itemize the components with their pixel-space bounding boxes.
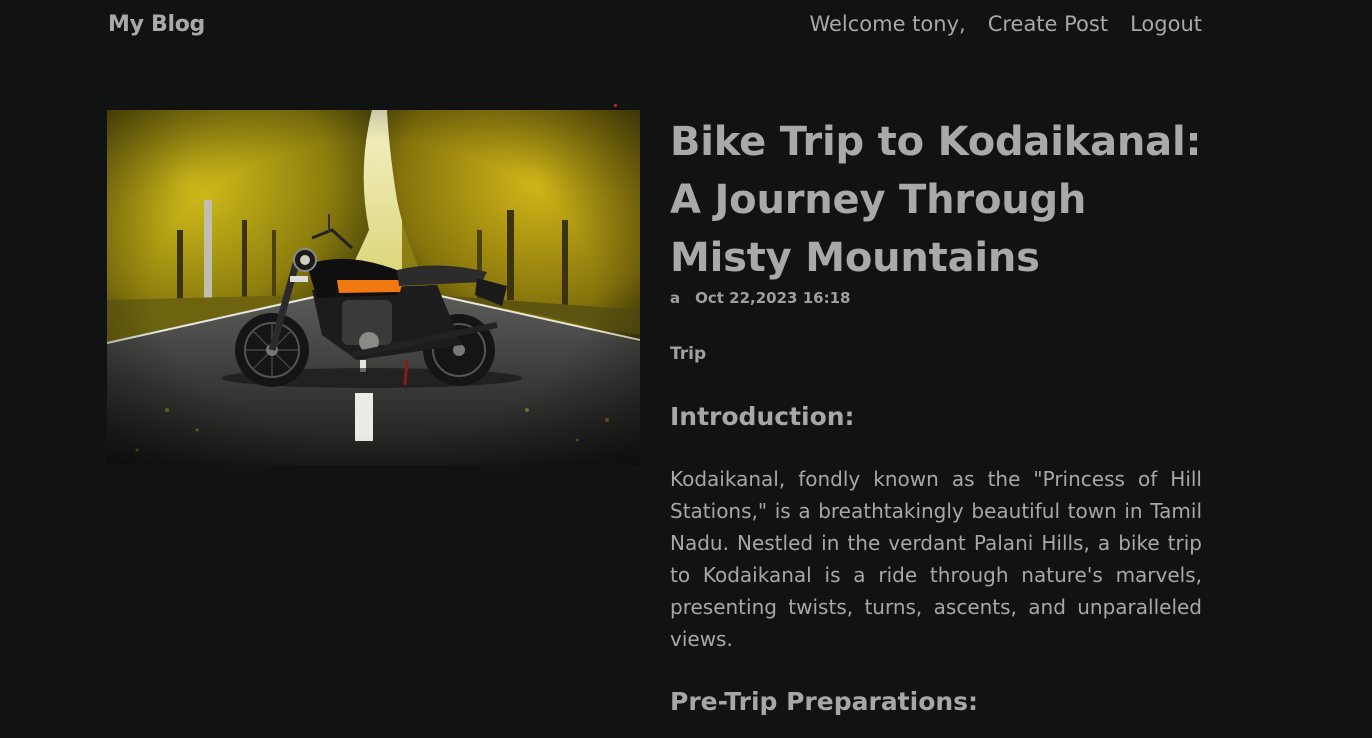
top-nav: Welcome tony, Create Post Logout (809, 12, 1202, 36)
create-post-link[interactable]: Create Post (988, 12, 1108, 36)
decorative-dot (614, 104, 617, 107)
site-logo[interactable]: My Blog (108, 12, 205, 37)
site-header: My Blog Welcome tony, Create Post Logout (108, 0, 1202, 48)
logout-link[interactable]: Logout (1130, 12, 1202, 36)
welcome-text: Welcome tony, (809, 12, 966, 36)
post-article: Bike Trip to Kodaikanal: A Journey Throu… (670, 113, 1202, 716)
post-date: Oct 22,2023 16:18 (695, 289, 851, 307)
post-category: Trip (670, 344, 707, 364)
post-meta: a Oct 22,2023 16:18 (670, 287, 1202, 309)
section-heading-introduction: Introduction: (670, 402, 855, 431)
post-title: Bike Trip to Kodaikanal: A Journey Throu… (670, 119, 1202, 281)
post-cover-image (107, 110, 640, 465)
post-author: a (670, 289, 681, 307)
section-paragraph-introduction: Kodaikanal, fondly known as the "Princes… (670, 467, 1202, 651)
motorcycle-photo (107, 110, 640, 465)
section-heading-pre-trip: Pre-Trip Preparations: (670, 687, 979, 716)
